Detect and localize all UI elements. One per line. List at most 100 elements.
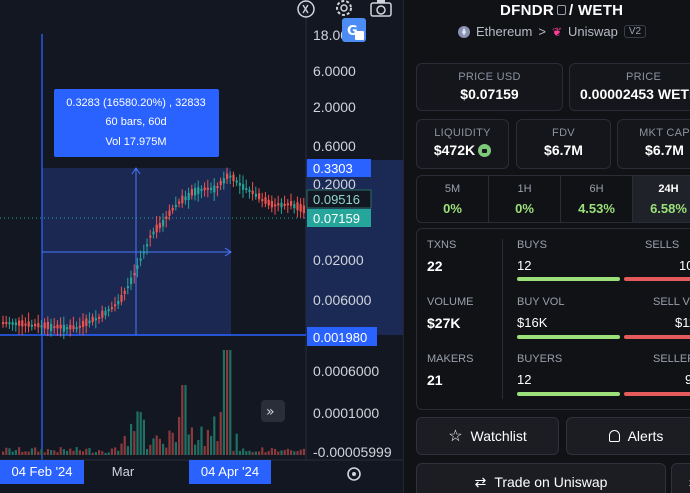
volume-bar	[85, 448, 88, 455]
volume-bar	[194, 444, 197, 455]
alerts-button[interactable]: Alerts	[566, 417, 690, 455]
volume-bar	[37, 451, 40, 455]
chain-name[interactable]: Ethereum	[476, 24, 532, 39]
base-token-symbol: DFNDR	[500, 2, 554, 19]
candle-body	[197, 187, 200, 194]
candle-body	[261, 199, 264, 202]
candle-body	[75, 327, 78, 330]
trade-on-uniswap-button[interactable]: ⇄ Trade on Uniswap	[416, 463, 666, 493]
candle-body	[267, 199, 270, 206]
candle-body	[117, 300, 120, 305]
volume-bar	[53, 450, 56, 455]
volume-bar	[130, 423, 133, 455]
chart-canvas[interactable]: 18.0000 6.0000 2.0000 0.6000 0.2000 0.02…	[0, 0, 403, 493]
measure-tooltip-volume: Vol 17.975M	[105, 136, 166, 148]
sell-vol-label: SELL VOL	[653, 296, 690, 308]
volume-bar	[107, 452, 110, 455]
volume-bar	[69, 448, 72, 455]
candle-body	[290, 201, 293, 206]
volume-bar	[235, 433, 238, 455]
trade-options-button[interactable]: ›	[671, 463, 690, 493]
sell-vol-value: $11K	[675, 315, 690, 330]
volume-bar	[296, 451, 299, 455]
volume-bar	[40, 449, 43, 455]
dex-name[interactable]: Uniswap	[568, 24, 618, 39]
copy-icon[interactable]	[557, 5, 566, 15]
tab-1h[interactable]: 1H 0%	[489, 176, 561, 222]
volume-bar	[27, 451, 30, 455]
candle-body	[66, 327, 69, 330]
volume-bar	[2, 451, 5, 455]
volume-bar	[139, 412, 142, 455]
volume-bar	[267, 451, 270, 455]
sells-ratio-bar	[624, 277, 690, 281]
timeframe-label: 1H	[517, 183, 532, 195]
candle-body	[146, 244, 149, 247]
lock-icon[interactable]	[478, 144, 492, 157]
candle-body	[53, 326, 56, 329]
ethereum-icon	[458, 25, 470, 38]
pair-header: DFNDR / WETH Ethereum > ❦ Uniswap V2	[404, 0, 690, 50]
volume-bar	[155, 435, 158, 455]
candle-body	[270, 200, 273, 208]
candle-body	[219, 180, 222, 185]
volume-bar	[146, 448, 149, 455]
candle-body	[242, 184, 245, 190]
volume-bar	[187, 434, 190, 455]
sellers-ratio-bar	[624, 392, 690, 396]
candle-body	[210, 187, 213, 190]
tab-6h[interactable]: 6H 4.53%	[561, 176, 633, 222]
candle-body	[85, 318, 88, 326]
candle-body	[181, 195, 184, 204]
volume-bar	[178, 416, 181, 455]
volume-bar	[59, 447, 62, 455]
candle-body	[232, 174, 235, 182]
candle-body	[72, 325, 75, 330]
volume-bar	[206, 429, 209, 455]
candle-body	[216, 186, 219, 189]
fdv-label: FDV	[552, 127, 575, 139]
candle-body	[24, 323, 27, 326]
stats-divider	[502, 239, 503, 399]
candle-body	[184, 196, 187, 201]
buyers-ratio-bar	[517, 392, 620, 396]
candle-body	[174, 204, 177, 207]
translate-icon[interactable]: G	[342, 18, 366, 42]
volume-bar	[181, 385, 184, 455]
timeframe-change: 6.58%	[650, 201, 687, 216]
volume-tick: -0.00005999	[313, 444, 392, 460]
current-price-label: 0.07159	[313, 211, 360, 226]
tab-5m[interactable]: 5M 0%	[417, 176, 489, 222]
candle-body	[46, 321, 49, 330]
bell-icon	[608, 430, 620, 442]
volume-bar	[142, 419, 145, 455]
tab-24h[interactable]: 24H 6.58%	[633, 176, 690, 222]
breadcrumb-chevron: >	[538, 24, 546, 39]
price-chart[interactable]: 18.0000 6.0000 2.0000 0.6000 0.2000 0.02…	[0, 0, 403, 493]
candle-body	[165, 216, 168, 220]
volume-bar	[24, 451, 27, 455]
volume-bar	[270, 448, 273, 455]
volume-bar	[152, 438, 155, 455]
volume-bar	[251, 452, 254, 455]
volume-bar	[171, 432, 174, 455]
candle-body	[254, 193, 257, 197]
candle-body	[98, 316, 101, 319]
sells-label: SELLS	[645, 239, 680, 251]
volume-bar	[168, 430, 171, 455]
buys-label: BUYS	[517, 239, 547, 251]
watchlist-button[interactable]: ☆ Watchlist	[416, 417, 559, 455]
volume-bar	[11, 451, 14, 455]
volume-bar	[123, 435, 126, 455]
timeframe-change: 0%	[443, 201, 462, 216]
timeframe-label: 24H	[658, 183, 679, 195]
candle-body	[78, 325, 81, 328]
candle-body	[130, 277, 133, 284]
quote-token-symbol: WETH	[577, 2, 624, 19]
candle-body	[101, 310, 104, 318]
volume-bar	[101, 451, 104, 455]
volume-bar	[293, 451, 296, 455]
buyers-value: 12	[517, 372, 532, 387]
volume-bar	[117, 450, 120, 455]
candle-body	[206, 187, 209, 190]
